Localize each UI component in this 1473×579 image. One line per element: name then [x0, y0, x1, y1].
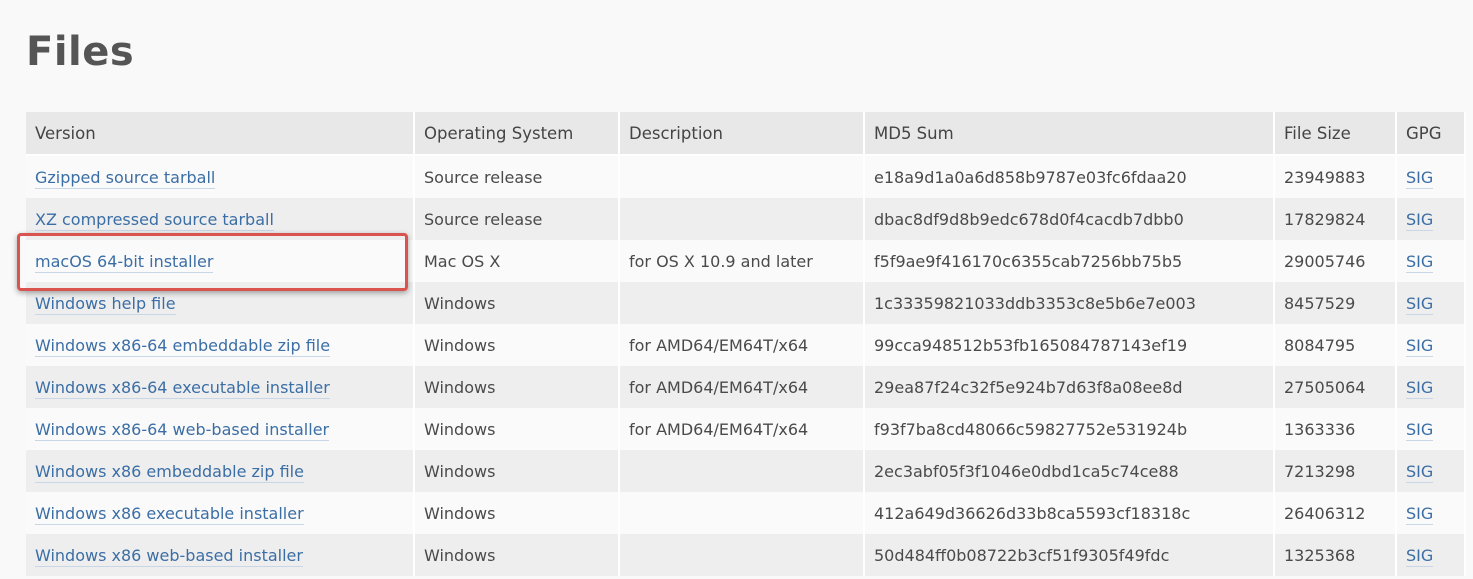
os-cell: Windows — [415, 492, 620, 534]
gpg-cell: SIG — [1397, 534, 1466, 576]
version-link[interactable]: Windows x86-64 executable installer — [35, 377, 330, 399]
table-row: Windows x86 executable installer Windows… — [26, 492, 1466, 534]
gpg-sig-link[interactable]: SIG — [1406, 545, 1434, 567]
column-header-description: Description — [620, 112, 865, 156]
column-header-file-size: File Size — [1275, 112, 1397, 156]
gpg-cell: SIG — [1397, 450, 1466, 492]
md5-cell: dbac8df9d8b9edc678d0f4cacdb7dbb0 — [865, 198, 1275, 240]
description-cell — [620, 198, 865, 240]
column-header-version: Version — [26, 112, 415, 156]
gpg-cell: SIG — [1397, 408, 1466, 450]
page-title: Files — [26, 29, 135, 75]
md5-cell: 99cca948512b53fb165084787143ef19 — [865, 324, 1275, 366]
md5-cell: f5f9ae9f416170c6355cab7256bb75b5 — [865, 240, 1275, 282]
md5-cell: 29ea87f24c32f5e924b7d63f8a08ee8d — [865, 366, 1275, 408]
file-size-cell: 23949883 — [1275, 156, 1397, 198]
md5-cell: 2ec3abf05f3f1046e0dbd1ca5c74ce88 — [865, 450, 1275, 492]
gpg-sig-link[interactable]: SIG — [1406, 503, 1434, 525]
os-cell: Windows — [415, 408, 620, 450]
version-link[interactable]: Windows x86-64 embeddable zip file — [35, 335, 331, 357]
description-cell — [620, 282, 865, 324]
os-cell: Windows — [415, 534, 620, 576]
table-row: Windows x86 web-based installer Windows … — [26, 534, 1466, 576]
file-size-cell: 8457529 — [1275, 282, 1397, 324]
file-size-cell: 1325368 — [1275, 534, 1397, 576]
version-link[interactable]: Windows x86 web-based installer — [35, 545, 303, 567]
version-cell: Windows x86-64 web-based installer — [26, 408, 415, 450]
os-cell: Windows — [415, 282, 620, 324]
version-link[interactable]: Gzipped source tarball — [35, 167, 216, 189]
gpg-cell: SIG — [1397, 366, 1466, 408]
gpg-sig-link[interactable]: SIG — [1406, 167, 1434, 189]
file-size-cell: 27505064 — [1275, 366, 1397, 408]
file-size-cell: 17829824 — [1275, 198, 1397, 240]
file-size-cell: 8084795 — [1275, 324, 1397, 366]
version-cell: Windows x86 embeddable zip file — [26, 450, 415, 492]
table-row: Windows x86-64 executable installer Wind… — [26, 366, 1466, 408]
os-cell: Windows — [415, 366, 620, 408]
table-row: Gzipped source tarball Source release e1… — [26, 156, 1466, 198]
file-size-cell: 29005746 — [1275, 240, 1397, 282]
md5-cell: 50d484ff0b08722b3cf51f9305f49fdc — [865, 534, 1275, 576]
gpg-cell: SIG — [1397, 282, 1466, 324]
description-cell — [620, 534, 865, 576]
file-size-cell: 26406312 — [1275, 492, 1397, 534]
description-cell — [620, 492, 865, 534]
files-table: Version Operating System Description MD5… — [26, 112, 1466, 576]
column-header-gpg: GPG — [1397, 112, 1466, 156]
md5-cell: 412a649d36626d33b8ca5593cf18318c — [865, 492, 1275, 534]
column-header-operating-system: Operating System — [415, 112, 620, 156]
gpg-sig-link[interactable]: SIG — [1406, 335, 1434, 357]
description-cell: for AMD64/EM64T/x64 — [620, 366, 865, 408]
gpg-sig-link[interactable]: SIG — [1406, 377, 1434, 399]
md5-cell: e18a9d1a0a6d858b9787e03fc6fdaa20 — [865, 156, 1275, 198]
table-row: Windows x86 embeddable zip file Windows … — [26, 450, 1466, 492]
file-size-cell: 7213298 — [1275, 450, 1397, 492]
gpg-cell: SIG — [1397, 324, 1466, 366]
os-cell: Source release — [415, 198, 620, 240]
os-cell: Windows — [415, 450, 620, 492]
description-cell: for AMD64/EM64T/x64 — [620, 324, 865, 366]
os-cell: Windows — [415, 324, 620, 366]
md5-cell: 1c33359821033ddb3353c8e5b6e7e003 — [865, 282, 1275, 324]
version-link[interactable]: Windows x86-64 web-based installer — [35, 419, 330, 441]
table-row: macOS 64-bit installer Mac OS X for OS X… — [26, 240, 1466, 282]
version-link[interactable]: macOS 64-bit installer — [35, 251, 214, 273]
gpg-cell: SIG — [1397, 198, 1466, 240]
gpg-sig-link[interactable]: SIG — [1406, 251, 1434, 273]
gpg-cell: SIG — [1397, 240, 1466, 282]
gpg-cell: SIG — [1397, 492, 1466, 534]
version-cell: Windows x86-64 embeddable zip file — [26, 324, 415, 366]
version-link[interactable]: XZ compressed source tarball — [35, 209, 274, 231]
column-header-md5-sum: MD5 Sum — [865, 112, 1275, 156]
version-cell: Windows help file — [26, 282, 415, 324]
table-row: XZ compressed source tarball Source rele… — [26, 198, 1466, 240]
table-row: Windows x86-64 web-based installer Windo… — [26, 408, 1466, 450]
version-cell: XZ compressed source tarball — [26, 198, 415, 240]
gpg-sig-link[interactable]: SIG — [1406, 461, 1434, 483]
description-cell: for AMD64/EM64T/x64 — [620, 408, 865, 450]
gpg-sig-link[interactable]: SIG — [1406, 419, 1434, 441]
description-cell — [620, 156, 865, 198]
description-cell — [620, 450, 865, 492]
version-cell: macOS 64-bit installer — [26, 240, 415, 282]
os-cell: Mac OS X — [415, 240, 620, 282]
table-header-row: Version Operating System Description MD5… — [26, 112, 1466, 156]
gpg-cell: SIG — [1397, 156, 1466, 198]
version-cell: Windows x86-64 executable installer — [26, 366, 415, 408]
table-row: Windows x86-64 embeddable zip file Windo… — [26, 324, 1466, 366]
md5-cell: f93f7ba8cd48066c59827752e531924b — [865, 408, 1275, 450]
version-link[interactable]: Windows x86 embeddable zip file — [35, 461, 304, 483]
gpg-sig-link[interactable]: SIG — [1406, 209, 1434, 231]
version-cell: Windows x86 web-based installer — [26, 534, 415, 576]
version-cell: Windows x86 executable installer — [26, 492, 415, 534]
gpg-sig-link[interactable]: SIG — [1406, 293, 1434, 315]
version-cell: Gzipped source tarball — [26, 156, 415, 198]
os-cell: Source release — [415, 156, 620, 198]
version-link[interactable]: Windows x86 executable installer — [35, 503, 304, 525]
table-row: Windows help file Windows 1c33359821033d… — [26, 282, 1466, 324]
file-size-cell: 1363336 — [1275, 408, 1397, 450]
description-cell: for OS X 10.9 and later — [620, 240, 865, 282]
version-link[interactable]: Windows help file — [35, 293, 176, 315]
